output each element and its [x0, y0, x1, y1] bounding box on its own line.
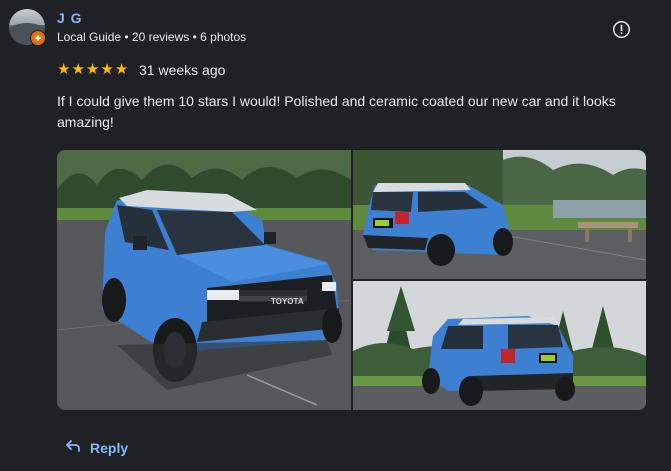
author-meta: Local Guide • 20 reviews • 6 photos — [57, 30, 247, 44]
review-text: If I could give them 10 stars I would! P… — [57, 93, 616, 130]
star-rating: ★ ★ ★ ★ ★ — [57, 62, 128, 78]
star-icon: ★ — [114, 61, 129, 78]
review-time: 31 weeks ago — [139, 62, 226, 78]
star-icon: ★ — [85, 61, 100, 78]
star-icon: ★ — [71, 61, 85, 78]
review-photo-front[interactable]: TOYOTA — [57, 150, 351, 410]
reply-arrow-icon — [65, 439, 81, 458]
report-icon[interactable] — [611, 19, 631, 39]
vehicle-badge-text: TOYOTA — [271, 297, 304, 306]
local-guide-badge-icon — [30, 30, 46, 46]
author-name[interactable]: J G — [57, 10, 83, 26]
reply-label: Reply — [90, 440, 129, 456]
star-icon: ★ — [100, 61, 114, 78]
review-photo-rear-trees[interactable] — [353, 281, 646, 410]
review-photo-rear-lot[interactable] — [353, 150, 646, 279]
reply-button[interactable]: Reply — [65, 437, 128, 459]
star-icon: ★ — [57, 61, 71, 78]
